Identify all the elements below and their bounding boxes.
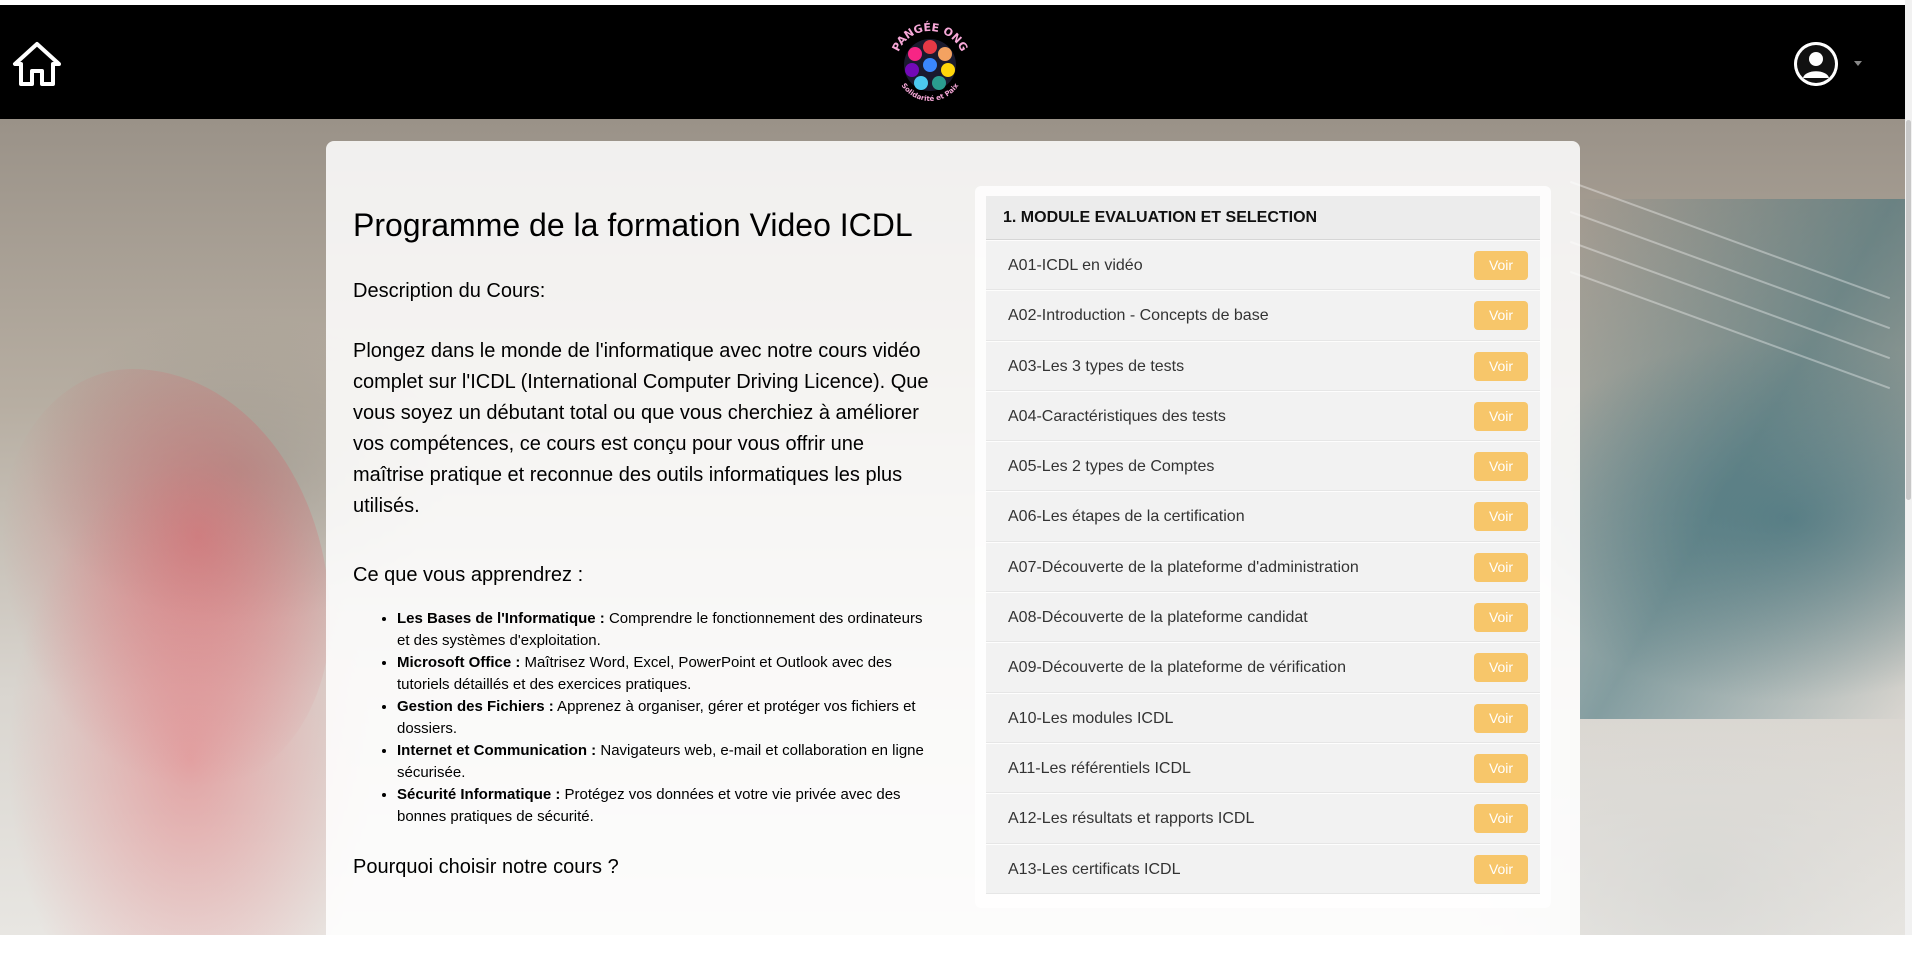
module-row-a09: A09-Découverte de la plateforme de vérif… bbox=[986, 643, 1540, 693]
module-label: A12-Les résultats et rapports ICDL bbox=[1008, 810, 1255, 828]
list-item: Sécurité Informatique : Protégez vos don… bbox=[397, 784, 935, 828]
module-label: A07-Découverte de la plateforme d'admini… bbox=[1008, 558, 1359, 576]
module-row-a05: A05-Les 2 types de Comptes Voir bbox=[986, 442, 1540, 492]
module-label: A03-Les 3 types de tests bbox=[1008, 357, 1185, 375]
module-list: A01-ICDL en vidéo Voir A02-Introduction … bbox=[986, 241, 1540, 895]
module-row-a06: A06-Les étapes de la certification Voir bbox=[986, 492, 1540, 542]
voir-button-a04[interactable]: Voir bbox=[1474, 401, 1528, 431]
description-heading: Description du Cours: bbox=[353, 280, 546, 302]
list-item-title: Internet et Communication : bbox=[397, 742, 597, 759]
module-label: A13-Les certificats ICDL bbox=[1008, 860, 1181, 878]
module-row-a04: A04-Caractéristiques des tests Voir bbox=[986, 391, 1540, 442]
list-item: Internet et Communication : Navigateurs … bbox=[397, 740, 935, 784]
learn-heading: Ce que vous apprendrez : bbox=[353, 564, 584, 586]
voir-button-a07[interactable]: Voir bbox=[1474, 552, 1528, 582]
list-item: Gestion des Fichiers : Apprenez à organi… bbox=[397, 696, 935, 740]
module-label: A10-Les modules ICDL bbox=[1008, 709, 1174, 727]
why-heading: Pourquoi choisir notre cours ? bbox=[353, 856, 619, 878]
module-label: A08-Découverte de la plateforme candidat bbox=[1008, 609, 1308, 627]
module-label: A06-Les étapes de la certification bbox=[1008, 508, 1245, 526]
home-icon[interactable] bbox=[12, 39, 62, 89]
module-row-a10: A10-Les modules ICDL Voir bbox=[986, 693, 1540, 743]
module-label: A02-Introduction - Concepts de base bbox=[1008, 307, 1269, 325]
scrollbar-thumb[interactable] bbox=[1906, 120, 1911, 500]
list-item: Les Bases de l'Informatique : Comprendre… bbox=[397, 608, 935, 652]
voir-button-a13[interactable]: Voir bbox=[1474, 854, 1528, 884]
module-row-a02: A02-Introduction - Concepts de base Voir bbox=[986, 291, 1540, 341]
module-row-a07: A07-Découverte de la plateforme d'admini… bbox=[986, 542, 1540, 593]
module-row-a12: A12-Les résultats et rapports ICDL Voir bbox=[986, 794, 1540, 844]
module-row-a08: A08-Découverte de la plateforme candidat… bbox=[986, 593, 1540, 643]
logo[interactable]: PANGÉE ONG Solidarité et Paix bbox=[882, 15, 977, 110]
voir-button-a09[interactable]: Voir bbox=[1474, 653, 1528, 683]
module-heading: 1. MODULE EVALUATION ET SELECTION bbox=[986, 196, 1540, 240]
list-item-title: Les Bases de l'Informatique : bbox=[397, 610, 605, 627]
module-row-a11: A11-Les référentiels ICDL Voir bbox=[986, 743, 1540, 794]
navbar: PANGÉE ONG Solidarité et Paix bbox=[0, 5, 1905, 119]
voir-button-a05[interactable]: Voir bbox=[1474, 452, 1528, 482]
caret-down-icon[interactable] bbox=[1854, 61, 1862, 66]
voir-button-a12[interactable]: Voir bbox=[1474, 804, 1528, 834]
voir-button-a11[interactable]: Voir bbox=[1474, 753, 1528, 783]
list-item: Microsoft Office : Maîtrisez Word, Excel… bbox=[397, 652, 935, 696]
voir-button-a08[interactable]: Voir bbox=[1474, 603, 1528, 633]
voir-button-a02[interactable]: Voir bbox=[1474, 301, 1528, 331]
module-label: A04-Caractéristiques des tests bbox=[1008, 407, 1226, 425]
voir-button-a06[interactable]: Voir bbox=[1474, 502, 1528, 532]
course-description: Programme de la formation Video ICDL Des… bbox=[353, 196, 935, 882]
module-label: A09-Découverte de la plateforme de vérif… bbox=[1008, 659, 1346, 677]
module-row-a13: A13-Les certificats ICDL Voir bbox=[986, 844, 1540, 894]
voir-button-a10[interactable]: Voir bbox=[1474, 703, 1528, 733]
page-title: Programme de la formation Video ICDL bbox=[353, 207, 913, 243]
voir-button-a03[interactable]: Voir bbox=[1474, 351, 1528, 381]
user-avatar-icon[interactable] bbox=[1794, 42, 1838, 86]
list-item-title: Sécurité Informatique : bbox=[397, 786, 561, 803]
module-row-a03: A03-Les 3 types de tests Voir bbox=[986, 341, 1540, 391]
module-label: A01-ICDL en vidéo bbox=[1008, 257, 1143, 274]
learn-list: Les Bases de l'Informatique : Comprendre… bbox=[353, 608, 935, 828]
list-item-title: Microsoft Office : bbox=[397, 654, 521, 671]
description-text: Plongez dans le monde de l'informatique … bbox=[353, 340, 929, 517]
voir-button-a01[interactable]: Voir bbox=[1474, 251, 1528, 280]
module-label: A05-Les 2 types de Comptes bbox=[1008, 458, 1215, 476]
module-label: A11-Les référentiels ICDL bbox=[1008, 759, 1191, 777]
module-row-a01: A01-ICDL en vidéo Voir bbox=[986, 241, 1540, 291]
list-item-title: Gestion des Fichiers : bbox=[397, 698, 554, 715]
